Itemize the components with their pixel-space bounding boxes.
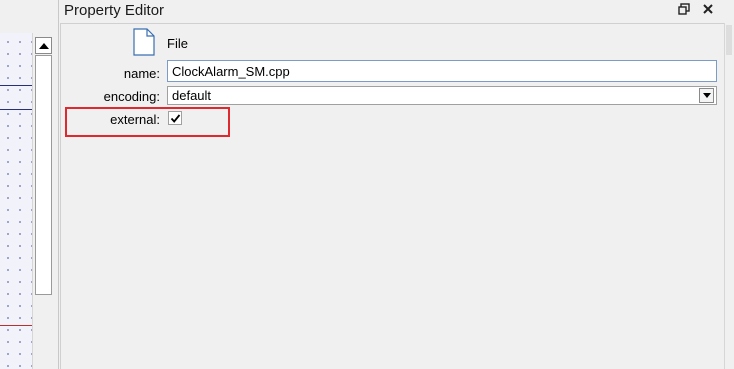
property-editor-panel: Property Editor File name: ClockAlarm_SM…: [60, 0, 734, 369]
restore-window-icon[interactable]: [676, 2, 692, 18]
diagram-line: [0, 325, 32, 326]
panel-divider[interactable]: [58, 0, 59, 369]
diagram-line: [0, 85, 32, 86]
diagram-scrollbar[interactable]: [32, 33, 55, 369]
scroll-thumb[interactable]: [726, 25, 732, 55]
panel-title-bar: Property Editor: [60, 0, 724, 22]
diagram-canvas[interactable]: [0, 33, 32, 369]
encoding-label: encoding:: [103, 89, 160, 104]
app-window: Property Editor File name: ClockAlarm_SM…: [0, 0, 734, 369]
scroll-thumb[interactable]: [35, 55, 52, 295]
property-editor-body: File name: encoding: default external:: [60, 23, 724, 369]
encoding-value: default: [172, 88, 212, 103]
scroll-up-icon[interactable]: [35, 37, 52, 54]
diagram-line: [0, 109, 32, 110]
name-label: name:: [123, 66, 160, 81]
panel-title: Property Editor: [64, 2, 165, 19]
close-icon[interactable]: [700, 2, 716, 18]
element-type-label: File: [167, 36, 188, 51]
encoding-select[interactable]: default: [167, 86, 717, 105]
diagram-panel: [0, 0, 58, 369]
file-document-icon: [133, 28, 155, 56]
name-input[interactable]: [167, 60, 717, 82]
property-scrollbar[interactable]: [724, 23, 734, 369]
highlight-annotation: [65, 107, 230, 137]
chevron-down-icon[interactable]: [699, 88, 714, 103]
